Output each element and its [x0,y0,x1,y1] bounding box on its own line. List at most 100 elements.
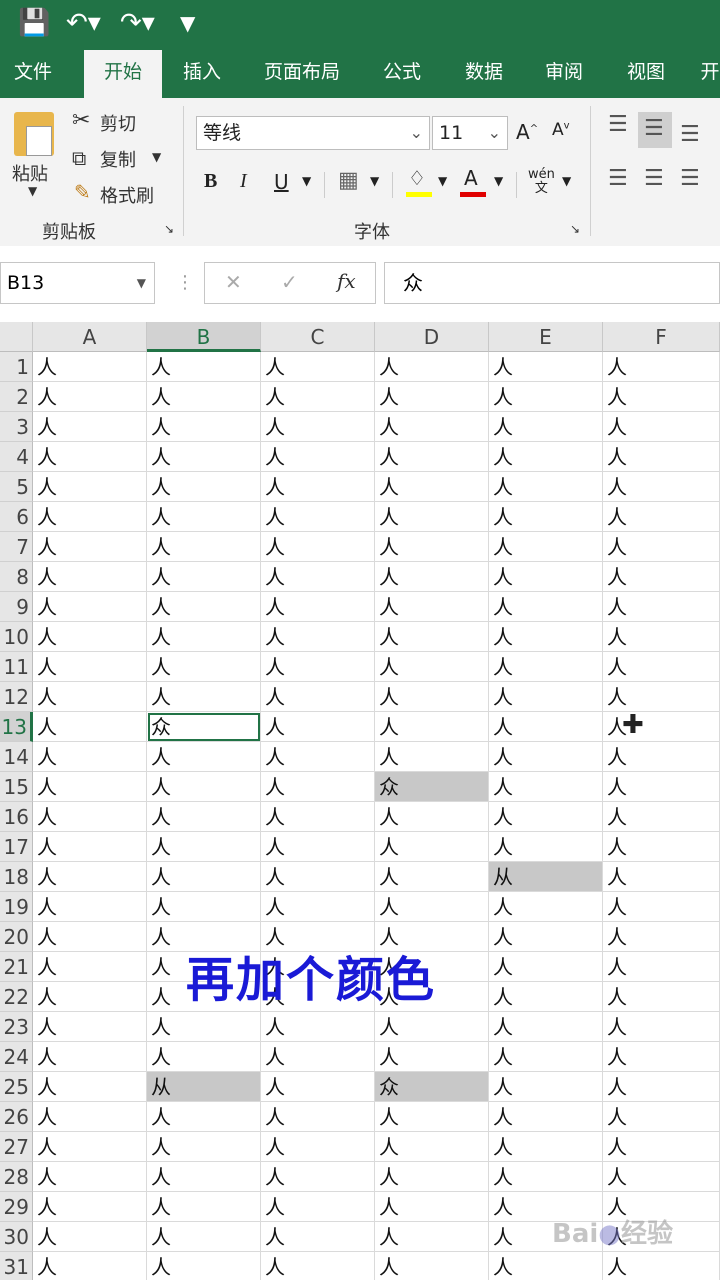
cell-C19[interactable]: 人 [261,892,375,922]
cell-C24[interactable]: 人 [261,1042,375,1072]
cell-C9[interactable]: 人 [261,592,375,622]
cell-F6[interactable]: 人 [603,502,720,532]
italic-button[interactable]: I [240,170,247,193]
cell-A18[interactable]: 人 [33,862,147,892]
cell-F25[interactable]: 人 [603,1072,720,1102]
row-header[interactable]: 12 [0,682,33,712]
row-header[interactable]: 28 [0,1162,33,1192]
column-header-D[interactable]: D [375,322,489,352]
cell-B14[interactable]: 人 [147,742,261,772]
cell-D18[interactable]: 人 [375,862,489,892]
row-header[interactable]: 7 [0,532,33,562]
row-header[interactable]: 24 [0,1042,33,1072]
cell-C17[interactable]: 人 [261,832,375,862]
cell-D6[interactable]: 人 [375,502,489,532]
enter-icon[interactable]: ✓ [281,270,298,294]
tab-4[interactable]: 公式 [362,46,442,98]
cell-B4[interactable]: 人 [147,442,261,472]
cell-F27[interactable]: 人 [603,1132,720,1162]
cell-A23[interactable]: 人 [33,1012,147,1042]
fill-color-dropdown-icon[interactable]: ▼ [438,174,447,188]
cell-E1[interactable]: 人 [489,352,603,382]
cell-F22[interactable]: 人 [603,982,720,1012]
cell-F14[interactable]: 人 [603,742,720,772]
cell-A16[interactable]: 人 [33,802,147,832]
cell-C31[interactable]: 人 [261,1252,375,1280]
cell-C15[interactable]: 人 [261,772,375,802]
cell-F31[interactable]: 人 [603,1252,720,1280]
cell-A29[interactable]: 人 [33,1192,147,1222]
name-box-dropdown-icon[interactable]: ▼ [137,263,146,303]
row-header[interactable]: 8 [0,562,33,592]
column-header-B[interactable]: B [147,322,261,352]
cell-B18[interactable]: 人 [147,862,261,892]
font-size-select[interactable]: 11 ⌄ [432,116,508,150]
cell-A5[interactable]: 人 [33,472,147,502]
cell-F8[interactable]: 人 [603,562,720,592]
align-top-icon[interactable]: ☰ [608,112,628,137]
align-middle-button[interactable]: ☰ [638,112,672,148]
cell-D4[interactable]: 人 [375,442,489,472]
column-header-F[interactable]: F [603,322,720,352]
cell-C4[interactable]: 人 [261,442,375,472]
cell-C6[interactable]: 人 [261,502,375,532]
cell-D12[interactable]: 人 [375,682,489,712]
cell-B1[interactable]: 人 [147,352,261,382]
row-header[interactable]: 20 [0,922,33,952]
cell-E15[interactable]: 人 [489,772,603,802]
cell-A8[interactable]: 人 [33,562,147,592]
cell-B2[interactable]: 人 [147,382,261,412]
tab-6[interactable]: 审阅 [528,46,600,98]
copy-button[interactable]: 复制 [100,146,136,172]
cell-B8[interactable]: 人 [147,562,261,592]
cell-C2[interactable]: 人 [261,382,375,412]
align-bottom-icon[interactable]: ☰ [680,122,700,147]
cell-C8[interactable]: 人 [261,562,375,592]
cell-C27[interactable]: 人 [261,1132,375,1162]
cell-B17[interactable]: 人 [147,832,261,862]
borders-icon[interactable]: ▦ [338,168,359,193]
cell-F11[interactable]: 人 [603,652,720,682]
cell-B6[interactable]: 人 [147,502,261,532]
cell-A19[interactable]: 人 [33,892,147,922]
cell-E8[interactable]: 人 [489,562,603,592]
cell-C1[interactable]: 人 [261,352,375,382]
undo-icon[interactable]: ↶▾ [66,6,101,40]
select-all-corner[interactable] [0,322,33,352]
row-header[interactable]: 15 [0,772,33,802]
row-header[interactable]: 17 [0,832,33,862]
customize-qat-icon[interactable]: ▼ [180,6,195,40]
cell-A1[interactable]: 人 [33,352,147,382]
row-header[interactable]: 31 [0,1252,33,1280]
cell-E25[interactable]: 人 [489,1072,603,1102]
cell-E19[interactable]: 人 [489,892,603,922]
cell-F4[interactable]: 人 [603,442,720,472]
cell-E24[interactable]: 人 [489,1042,603,1072]
cell-C26[interactable]: 人 [261,1102,375,1132]
cell-D13[interactable]: 人 [375,712,489,742]
tab-2[interactable]: 插入 [166,46,238,98]
cell-F23[interactable]: 人 [603,1012,720,1042]
tab-8[interactable]: 开 [690,46,720,98]
cell-E11[interactable]: 人 [489,652,603,682]
cell-B15[interactable]: 人 [147,772,261,802]
paste-dropdown-icon[interactable]: ▼ [28,184,37,198]
cell-D5[interactable]: 人 [375,472,489,502]
cell-C16[interactable]: 人 [261,802,375,832]
phonetic-guide-button[interactable]: wén 文 [528,168,555,196]
cell-F24[interactable]: 人 [603,1042,720,1072]
cell-A20[interactable]: 人 [33,922,147,952]
cell-F21[interactable]: 人 [603,952,720,982]
row-header[interactable]: 23 [0,1012,33,1042]
cell-E17[interactable]: 人 [489,832,603,862]
cell-E21[interactable]: 人 [489,952,603,982]
cell-B23[interactable]: 人 [147,1012,261,1042]
cell-D17[interactable]: 人 [375,832,489,862]
cell-B9[interactable]: 人 [147,592,261,622]
cell-D28[interactable]: 人 [375,1162,489,1192]
cell-D26[interactable]: 人 [375,1102,489,1132]
cell-E13[interactable]: 人 [489,712,603,742]
formula-input[interactable]: 众 [384,262,720,304]
cell-D24[interactable]: 人 [375,1042,489,1072]
cell-A25[interactable]: 人 [33,1072,147,1102]
